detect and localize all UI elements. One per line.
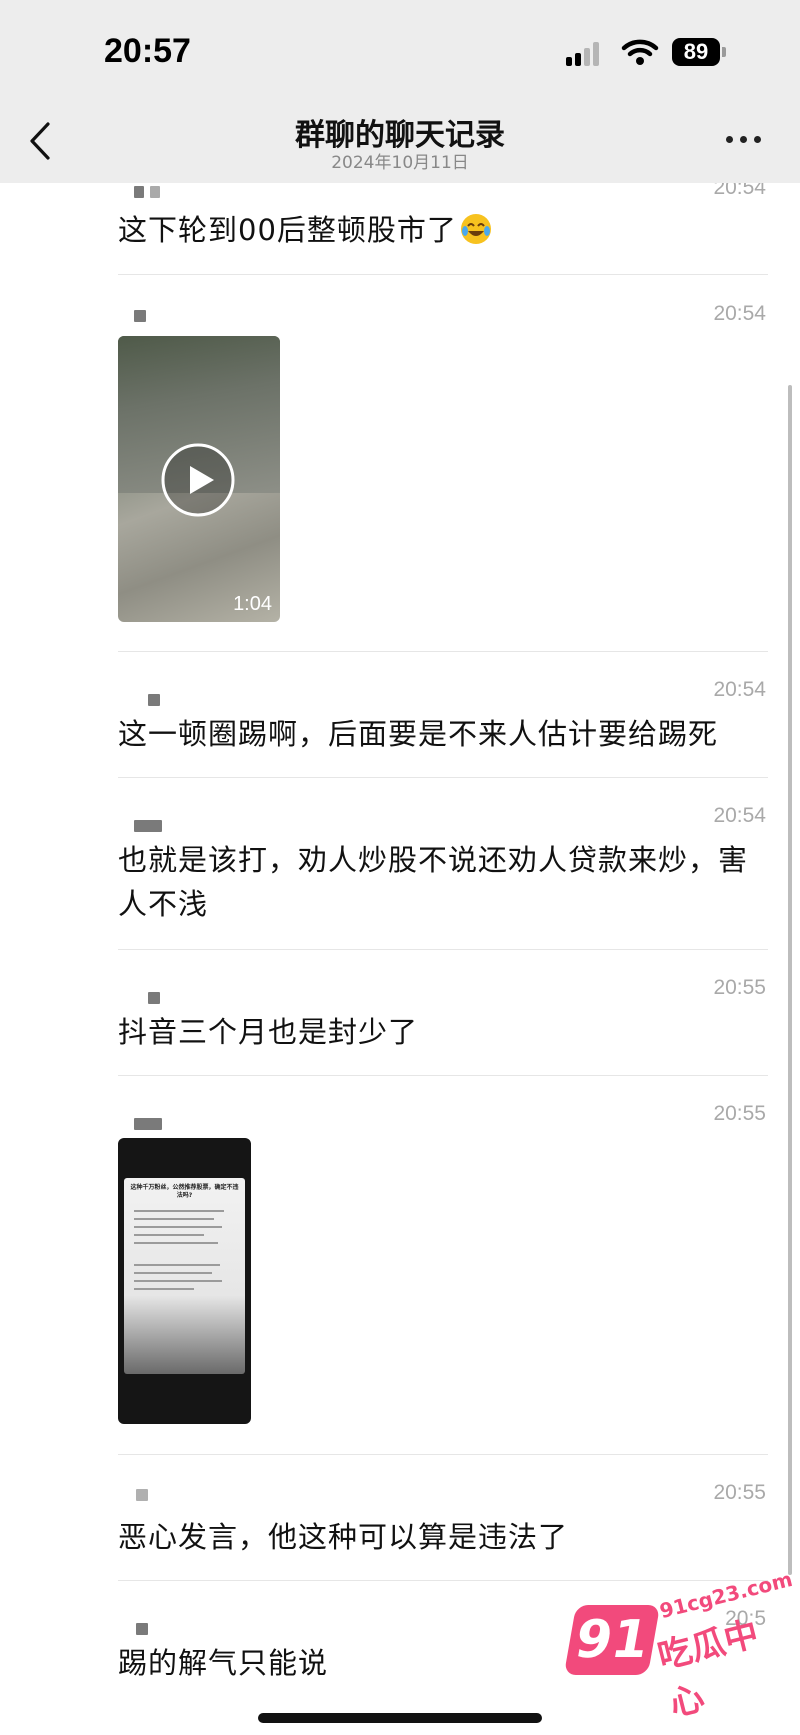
chat-message: 20:55 恶心发言，他这种可以算是违法了	[0, 1455, 800, 1581]
screenshot-text-line	[134, 1226, 222, 1228]
chat-message: 20:55 这种千万粉丝，公然推荐股票，确定不违法吗?	[0, 1076, 800, 1455]
chat-message: 20:54 1:04	[0, 276, 800, 652]
screenshot-content: 这种千万粉丝，公然推荐股票，确定不违法吗?	[124, 1178, 245, 1374]
sender-name	[148, 992, 160, 1004]
sender-name	[136, 1623, 148, 1635]
sender-name	[150, 186, 160, 198]
message-text: 抖音三个月也是封少了	[118, 1015, 419, 1049]
sender-name	[134, 1118, 162, 1130]
sender-name	[134, 820, 162, 832]
message-text: 恶心发言，他这种可以算是违法了	[118, 1520, 569, 1554]
battery-indicator: 89	[672, 38, 720, 66]
home-indicator	[258, 1713, 542, 1723]
message-divider	[118, 274, 768, 275]
screenshot-text-line	[134, 1272, 212, 1274]
message-time: 20:55	[713, 1102, 766, 1125]
watermark: 91 91cg23.com 吃瓜中心	[563, 1567, 795, 1725]
laughing-crying-emoji-icon	[460, 214, 491, 244]
play-icon[interactable]	[160, 442, 236, 518]
message-text: 也就是该打，劝人炒股不说还劝人贷款来炒，害人不浅	[118, 843, 749, 921]
message-time: 20:55	[713, 1481, 766, 1504]
message-time: 20:54	[713, 804, 766, 827]
message-text: 这下轮到00后整顿股市了	[118, 208, 768, 252]
chat-message: 20:54 这下轮到00后整顿股市了	[0, 168, 800, 276]
battery-tip	[722, 47, 726, 57]
screenshot-text-line	[134, 1242, 218, 1244]
message-time: 20:54	[713, 678, 766, 701]
sender-name	[148, 694, 160, 706]
more-horizontal-icon[interactable]	[726, 136, 766, 146]
screenshot-text-line	[134, 1234, 204, 1236]
screenshot-caption: 这种千万粉丝，公然推荐股票，确定不违法吗?	[130, 1184, 239, 1199]
message-text: 这一顿圈踢啊，后面要是不来人估计要给踢死	[118, 717, 719, 751]
sender-name	[134, 186, 144, 198]
watermark-logo: 91	[563, 1605, 661, 1675]
chat-message: 20:55 抖音三个月也是封少了	[0, 950, 800, 1076]
top-bar: 20:57 89 群聊的聊天记录 2024年10月11日	[0, 0, 800, 183]
message-time: 20:54	[713, 302, 766, 325]
sender-name	[134, 310, 146, 322]
status-time: 20:57	[104, 32, 191, 70]
screenshot-text-line	[134, 1210, 224, 1212]
message-text-content: 这下轮到00后整顿股市了	[118, 213, 457, 247]
sender-name	[136, 1489, 148, 1501]
screenshot-text-line	[134, 1280, 222, 1282]
page-subtitle: 2024年10月11日	[331, 153, 469, 173]
chat-message: 20:54 也就是该打，劝人炒股不说还劝人贷款来炒，害人不浅	[0, 778, 800, 950]
video-thumbnail[interactable]: 1:04	[118, 336, 280, 622]
wifi-icon	[621, 39, 659, 65]
cellular-signal-icon	[566, 40, 606, 66]
screenshot-text-line	[134, 1288, 194, 1290]
message-time: 20:55	[713, 976, 766, 999]
video-duration: 1:04	[233, 593, 272, 615]
chat-message: 20:54 这一顿圈踢啊，后面要是不来人估计要给踢死	[0, 652, 800, 778]
screenshot-image[interactable]: 这种千万粉丝，公然推荐股票，确定不违法吗?	[118, 1138, 251, 1424]
screenshot-text-line	[134, 1264, 220, 1266]
scrollbar[interactable]	[788, 385, 792, 1575]
screenshot-text-line	[134, 1218, 214, 1220]
